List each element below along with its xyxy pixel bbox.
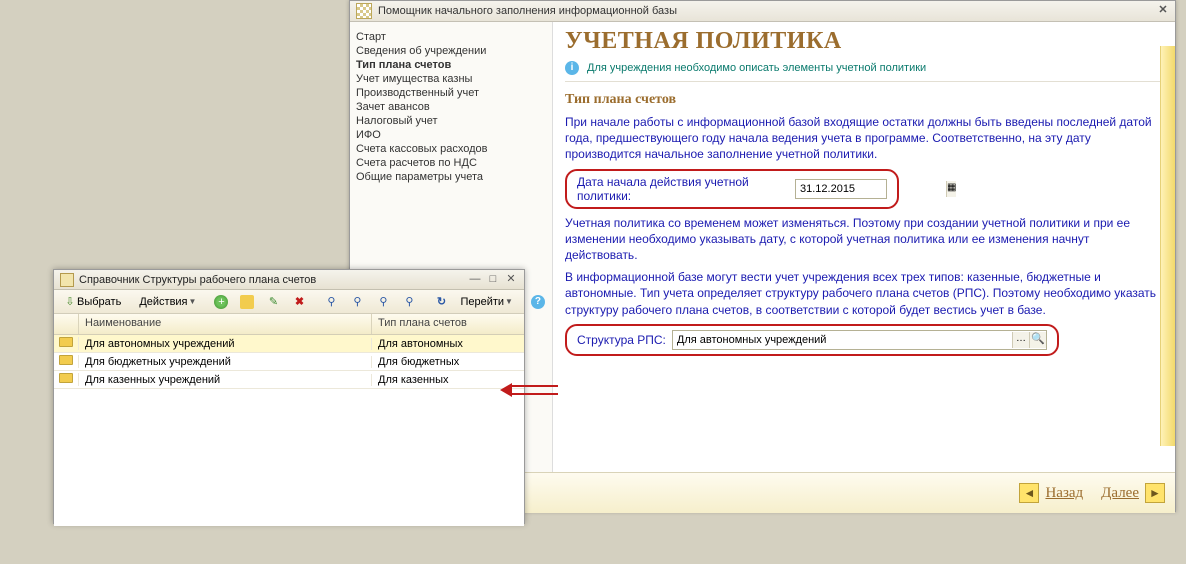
page-heading: УЧЕТНАЯ ПОЛИТИКА xyxy=(565,28,1163,55)
sidebar-item-cash-accounts[interactable]: Счета кассовых расходов xyxy=(356,142,546,156)
sidebar-item-tax[interactable]: Налоговый учет xyxy=(356,114,546,128)
sidebar-item-advances[interactable]: Зачет авансов xyxy=(356,100,546,114)
filter-icon: ⚲ xyxy=(402,295,416,309)
pencil-icon: ✎ xyxy=(266,295,280,309)
table-body: Для автономных учреждений Для автономных… xyxy=(54,335,524,526)
paragraph-1: При начале работы с информационной базой… xyxy=(565,114,1163,163)
filter-4-button[interactable]: ⚲ xyxy=(397,293,421,311)
reference-title: Справочник Структуры рабочего плана счет… xyxy=(79,273,466,286)
minimize-icon[interactable]: — xyxy=(466,273,484,287)
cell-type: Для бюджетных xyxy=(372,356,524,368)
reference-toolbar: ⇩ Выбрать Действия ▼ + ✎ ✖ ⚲ ⚲ ⚲ ⚲ ↻ Пер… xyxy=(54,290,524,314)
arrow-left-icon: ◄ xyxy=(1019,483,1039,503)
refresh-icon: ↻ xyxy=(434,295,448,309)
column-name[interactable]: Наименование xyxy=(79,314,372,334)
copy-icon xyxy=(240,295,254,309)
next-button[interactable]: Далее ► xyxy=(1101,483,1165,503)
struct-select[interactable]: … 🔍 xyxy=(672,330,1047,350)
wizard-titlebar: Помощник начального заполнения информаци… xyxy=(350,1,1175,22)
info-text: Для учреждения необходимо описать элемен… xyxy=(587,62,926,74)
select-icon: ⇩ xyxy=(63,295,77,309)
filter-icon: ⚲ xyxy=(376,295,390,309)
chevron-down-icon: ▼ xyxy=(189,297,197,306)
date-field: ▦ xyxy=(795,179,887,199)
cell-type: Для казенных xyxy=(372,374,524,386)
table-row[interactable]: Для казенных учреждений Для казенных xyxy=(54,371,524,389)
search-icon[interactable]: 🔍 xyxy=(1029,332,1046,348)
wizard-content: УЧЕТНАЯ ПОЛИТИКА i Для учреждения необхо… xyxy=(553,22,1175,472)
calendar-icon[interactable]: ▦ xyxy=(946,181,956,197)
close-icon[interactable]: ✕ xyxy=(502,273,520,287)
back-label: Назад xyxy=(1045,485,1083,502)
struct-input[interactable] xyxy=(673,332,1012,348)
row-icon xyxy=(59,373,73,383)
goto-menu[interactable]: Перейти ▼ xyxy=(455,294,518,310)
help-icon: ? xyxy=(531,295,545,309)
column-type[interactable]: Тип плана счетов xyxy=(372,314,524,334)
actions-label: Действия xyxy=(139,296,187,308)
table-header: Наименование Тип плана счетов xyxy=(54,314,524,335)
struct-label: Структура РПС: xyxy=(577,333,666,347)
plus-icon: + xyxy=(214,295,228,309)
arrow-right-icon: ► xyxy=(1145,483,1165,503)
sidebar-item-start[interactable]: Старт xyxy=(356,30,546,44)
filter-2-button[interactable]: ⚲ xyxy=(345,293,369,311)
filter-3-button[interactable]: ⚲ xyxy=(371,293,395,311)
delete-button[interactable]: ✖ xyxy=(287,293,311,311)
select-open-icon[interactable]: … xyxy=(1012,332,1029,348)
date-highlight-box: Дата начала действия учетной политики: ▦ xyxy=(565,169,899,209)
next-label: Далее xyxy=(1101,485,1139,502)
cell-type: Для автономных xyxy=(372,338,524,350)
cell-name: Для казенных учреждений xyxy=(79,374,372,386)
add-button[interactable]: + xyxy=(209,293,233,311)
wizard-title: Помощник начального заполнения информаци… xyxy=(378,5,1155,17)
struct-highlight-box: Структура РПС: … 🔍 xyxy=(565,324,1059,356)
sidebar-item-general-params[interactable]: Общие параметры учета xyxy=(356,170,546,184)
filter-icon: ⚲ xyxy=(324,295,338,309)
sidebar-item-chart-type[interactable]: Тип плана счетов xyxy=(356,58,546,72)
sidebar-item-ifo[interactable]: ИФО xyxy=(356,128,546,142)
row-icon xyxy=(59,355,73,365)
actions-menu[interactable]: Действия ▼ xyxy=(134,294,201,310)
table-row[interactable]: Для автономных учреждений Для автономных xyxy=(54,335,524,353)
cell-name: Для бюджетных учреждений xyxy=(79,356,372,368)
paragraph-2: Учетная политика со временем может измен… xyxy=(565,215,1163,264)
sidebar-item-treasury[interactable]: Учет имущества казны xyxy=(356,72,546,86)
sidebar-item-production[interactable]: Производственный учет xyxy=(356,86,546,100)
date-label: Дата начала действия учетной политики: xyxy=(577,175,789,203)
sidebar-item-org-info[interactable]: Сведения об учреждении xyxy=(356,44,546,58)
wizard-app-icon xyxy=(356,3,372,19)
reference-app-icon xyxy=(60,273,74,287)
sidebar-item-vat-accounts[interactable]: Счета расчетов по НДС xyxy=(356,156,546,170)
row-icon xyxy=(59,337,73,347)
select-label: Выбрать xyxy=(77,296,121,308)
info-banner: i Для учреждения необходимо описать элем… xyxy=(565,61,1163,82)
table-row[interactable]: Для бюджетных учреждений Для бюджетных xyxy=(54,353,524,371)
date-input[interactable] xyxy=(796,181,946,197)
paragraph-3: В информационной базе могут вести учет у… xyxy=(565,269,1163,318)
filter-icon: ⚲ xyxy=(350,295,364,309)
content-scrollbar-decor xyxy=(1160,46,1175,446)
refresh-button[interactable]: ↻ xyxy=(429,293,453,311)
maximize-icon[interactable]: □ xyxy=(484,273,502,287)
section-heading: Тип плана счетов xyxy=(565,92,1163,108)
reference-titlebar: Справочник Структуры рабочего плана счет… xyxy=(54,270,524,290)
goto-label: Перейти xyxy=(460,296,504,308)
filter-1-button[interactable]: ⚲ xyxy=(319,293,343,311)
select-button[interactable]: ⇩ Выбрать xyxy=(58,293,126,311)
reference-window: Справочник Структуры рабочего плана счет… xyxy=(53,269,525,524)
back-button[interactable]: ◄ Назад xyxy=(1019,483,1083,503)
close-icon[interactable]: ✕ xyxy=(1155,4,1171,18)
edit-button[interactable]: ✎ xyxy=(261,293,285,311)
cell-name: Для автономных учреждений xyxy=(79,338,372,350)
copy-button[interactable] xyxy=(235,293,259,311)
chevron-down-icon: ▼ xyxy=(505,297,513,306)
help-button[interactable]: ? xyxy=(526,293,550,311)
info-icon: i xyxy=(565,61,579,75)
delete-icon: ✖ xyxy=(292,295,306,309)
